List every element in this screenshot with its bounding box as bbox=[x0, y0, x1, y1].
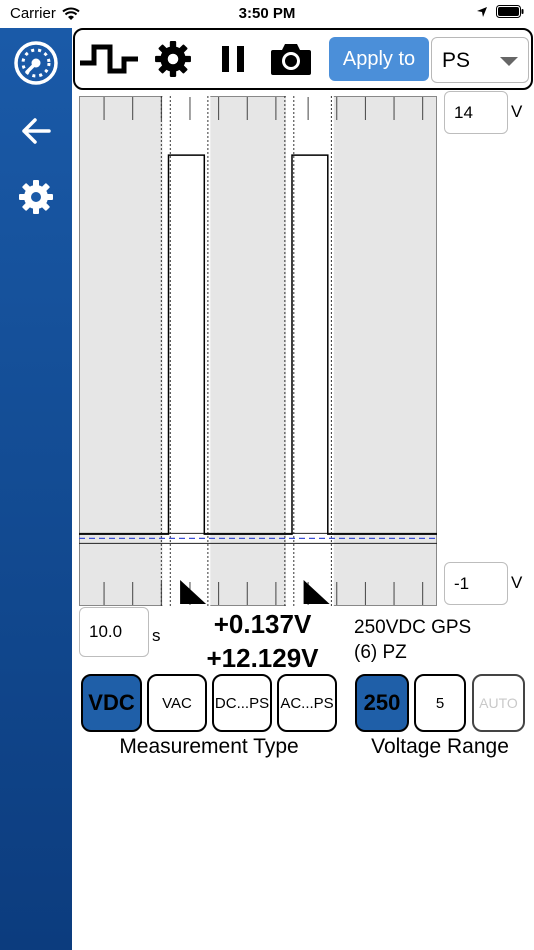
readout-low-value: +0.137V bbox=[213, 609, 312, 639]
chevron-down-icon bbox=[500, 57, 518, 66]
camera-icon bbox=[271, 44, 311, 75]
dashboard-button[interactable] bbox=[11, 38, 61, 88]
status-bar: Carrier 3:50 PM bbox=[0, 0, 534, 28]
pause-icon bbox=[222, 46, 244, 72]
probe-channel: (6) PZ bbox=[354, 642, 407, 663]
pause-button[interactable] bbox=[213, 36, 253, 82]
voltage-range-caption: Voltage Range bbox=[371, 735, 509, 758]
scope-chart[interactable] bbox=[79, 96, 437, 606]
sidebar bbox=[0, 28, 72, 950]
apply-target-select[interactable]: PS bbox=[431, 37, 529, 83]
measurement-vdc-button[interactable]: VDC bbox=[81, 674, 142, 732]
dashboard-gauge-icon bbox=[14, 41, 58, 85]
plot-background bbox=[79, 96, 437, 606]
status-time: 3:50 PM bbox=[238, 5, 296, 22]
pulse-highlight bbox=[162, 96, 211, 606]
back-button[interactable] bbox=[11, 106, 61, 156]
camera-button[interactable] bbox=[269, 36, 313, 82]
range-250-button[interactable]: 250 bbox=[355, 674, 409, 732]
y-min-unit: V bbox=[511, 573, 523, 592]
time-scale-unit: s bbox=[152, 626, 161, 645]
readout-high-value: +12.129V bbox=[206, 643, 319, 673]
measurement-dc-ps-button[interactable]: DC...PS bbox=[212, 674, 272, 732]
gear-icon bbox=[19, 180, 53, 214]
range-5-button[interactable]: 5 bbox=[414, 674, 466, 732]
pulse-highlight bbox=[286, 96, 334, 606]
back-arrow-icon bbox=[22, 118, 51, 144]
y-max-unit: V bbox=[511, 102, 523, 121]
y-min-input[interactable]: -1 bbox=[444, 562, 508, 605]
measurement-vac-button[interactable]: VAC bbox=[147, 674, 207, 732]
toolbar: Apply to PS bbox=[73, 28, 533, 90]
probe-name: 250VDC GPS bbox=[354, 617, 472, 638]
status-right bbox=[476, 5, 524, 18]
settings-button[interactable] bbox=[11, 172, 61, 222]
app-root: Carrier 3:50 PM Apply to PS 14 V -1 V 10… bbox=[0, 0, 534, 950]
battery-icon bbox=[496, 5, 524, 18]
y-max-input[interactable]: 14 bbox=[444, 91, 508, 134]
gear-icon bbox=[155, 41, 191, 77]
time-scale-input[interactable]: 10.0 bbox=[79, 607, 149, 657]
waveform-button[interactable] bbox=[77, 36, 141, 82]
measurement-ac-ps-button[interactable]: AC...PS bbox=[277, 674, 337, 732]
range-auto-button[interactable]: AUTO bbox=[472, 674, 525, 732]
apply-to-button[interactable]: Apply to bbox=[329, 37, 429, 81]
toolbar-settings-button[interactable] bbox=[151, 36, 195, 82]
measurement-type-caption: Measurement Type bbox=[119, 735, 299, 758]
location-arrow-icon bbox=[477, 6, 487, 17]
apply-target-value: PS bbox=[442, 49, 471, 72]
square-wave-icon bbox=[80, 44, 138, 74]
